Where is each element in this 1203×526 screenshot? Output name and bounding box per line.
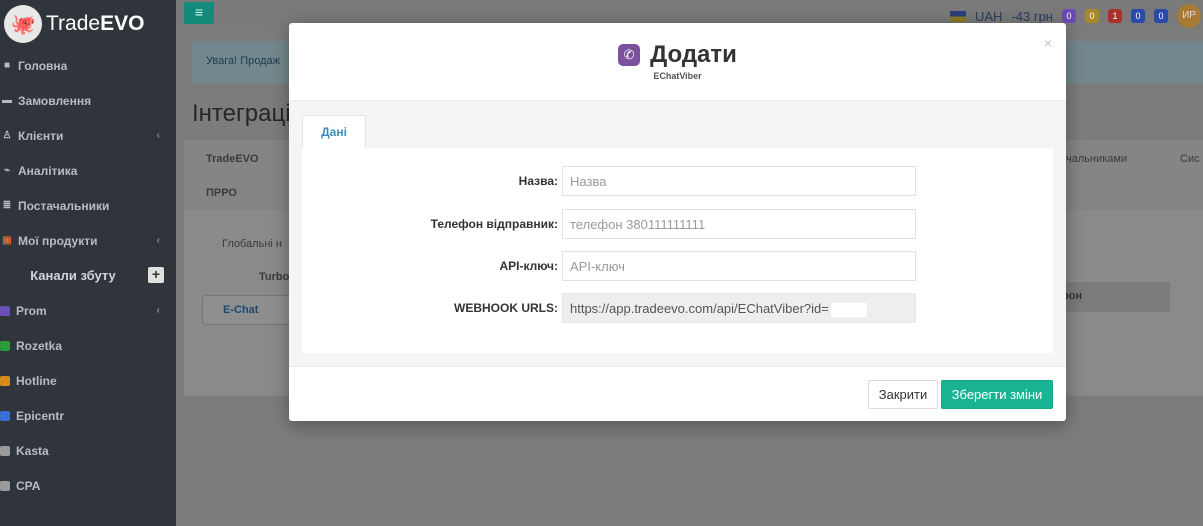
sidebar-item-clients[interactable]: ♙ Клієнти ‹ (0, 118, 176, 153)
sidebar-item-suppliers[interactable]: ≣ Постачальники (0, 188, 176, 223)
sidebar-item-kasta[interactable]: Kasta (0, 433, 176, 468)
form-row-api-key: API-ключ: (302, 251, 1053, 281)
flag-icon (949, 10, 966, 22)
api-key-input[interactable] (562, 251, 916, 281)
sidebar-item-cpa[interactable]: CPA (0, 468, 176, 503)
sidebar-item-orders[interactable]: ▬ Замовлення (0, 83, 176, 118)
tab-tradeevo[interactable]: TradeEVO (206, 153, 259, 165)
truck-icon: ≣ (2, 200, 12, 211)
form-card: Назва: Телефон відправник: API-ключ: WEB… (302, 148, 1053, 353)
form-row-name: Назва: (302, 166, 1053, 196)
sidebar: 🐙 TradeEVO ■ Головна ▬ Замовлення ♙ Клієнти… (0, 0, 176, 526)
sales-channels-heading: Канали збуту + (0, 258, 176, 293)
cart-icon: ▬ (2, 95, 12, 106)
tab-data[interactable]: Дані (302, 115, 366, 149)
tab-suppliers[interactable]: чальниками (1066, 153, 1127, 165)
add-integration-modal: ✆ Додати EChatViber × Дані Назва: Телефо… (289, 23, 1066, 421)
epicentr-icon (0, 410, 10, 421)
modal-footer: Закрити Зберегти зміни (289, 366, 1066, 421)
warning-alert-right (1063, 41, 1203, 83)
viber-icon: ✆ (618, 44, 641, 66)
hotline-icon (0, 375, 10, 386)
rozetka-icon (0, 340, 10, 351)
avatar[interactable]: ИР (1177, 4, 1201, 28)
chart-icon: ⌁ (3, 165, 11, 176)
phone-badge[interactable]: 0 (1062, 9, 1076, 23)
form-row-phone: Телефон відправник: (302, 209, 1053, 239)
users-icon: ♙ (2, 130, 12, 141)
modal-body: Дані Назва: Телефон відправник: API-ключ… (289, 101, 1066, 366)
sidebar-item-rozetka[interactable]: Rozetka (0, 328, 176, 363)
api-key-label: API-ключ: (499, 259, 558, 273)
logo[interactable]: 🐙 TradeEVO (0, 0, 176, 48)
redacted-id (830, 302, 867, 317)
tab-prro[interactable]: ПРРО (206, 187, 237, 199)
close-button[interactable]: Закрити (868, 380, 938, 409)
sidebar-item-hotline[interactable]: Hotline (0, 363, 176, 398)
balance-label[interactable]: -43 грн (1011, 9, 1053, 24)
chevron-left-icon: ‹ (156, 305, 160, 316)
sidebar-item-home[interactable]: ■ Головна (0, 48, 176, 83)
box-icon: ▣ (2, 235, 12, 246)
cpa-icon (0, 480, 10, 491)
webhook-label: WEBHOOK URLS: (454, 301, 558, 315)
sidebar-item-epicentr[interactable]: Epicentr (0, 398, 176, 433)
modal-header: ✆ Додати EChatViber × (289, 23, 1066, 101)
close-icon[interactable]: × (1044, 35, 1052, 51)
message-badge[interactable]: 0 (1131, 9, 1145, 23)
sidebar-item-analytics[interactable]: ⌁ Аналітика (0, 153, 176, 188)
sidebar-item-my-products[interactable]: ▣ Мої продукти ‹ (0, 223, 176, 258)
add-channel-button[interactable]: + (148, 267, 164, 283)
webhook-url-field[interactable]: https://app.tradeevo.com/api/EChatViber?… (562, 293, 916, 323)
octopus-logo-icon: 🐙 (4, 5, 42, 43)
menu-toggle-button[interactable]: ≡ (184, 2, 214, 24)
notification-badge[interactable]: 0 (1085, 9, 1099, 23)
phone-label: Телефон відправник: (430, 217, 558, 231)
name-label: Назва: (518, 174, 558, 188)
cart-badge[interactable]: 0 (1154, 9, 1168, 23)
save-button[interactable]: Зберегти зміни (941, 380, 1053, 409)
modal-subtitle: EChatViber (653, 71, 702, 81)
sidebar-item-prom[interactable]: Prom ‹ (0, 293, 176, 328)
kasta-icon (0, 445, 10, 456)
alert-badge[interactable]: 1 (1108, 9, 1122, 23)
table-header-cell: рон (1056, 282, 1170, 312)
page-title: Інтеграції (192, 100, 298, 127)
logo-text: Trade (46, 12, 101, 35)
form-row-webhook: WEBHOOK URLS: https://app.tradeevo.com/a… (302, 293, 1053, 323)
home-icon: ■ (3, 60, 11, 71)
phone-input[interactable] (562, 209, 916, 239)
echat-item[interactable]: E-Chat (202, 295, 292, 325)
prom-icon (0, 305, 10, 316)
tab-system[interactable]: Сис (1180, 153, 1200, 165)
name-input[interactable] (562, 166, 916, 196)
logo-text-bold: EVO (100, 12, 145, 35)
chevron-left-icon: ‹ (156, 130, 160, 141)
currency-label[interactable]: UAH (975, 9, 1002, 24)
modal-title: Додати (650, 41, 737, 68)
turbo-label[interactable]: Turbo (259, 271, 289, 283)
global-settings-label: Глобальні н (222, 238, 282, 250)
chevron-left-icon: ‹ (156, 235, 160, 246)
